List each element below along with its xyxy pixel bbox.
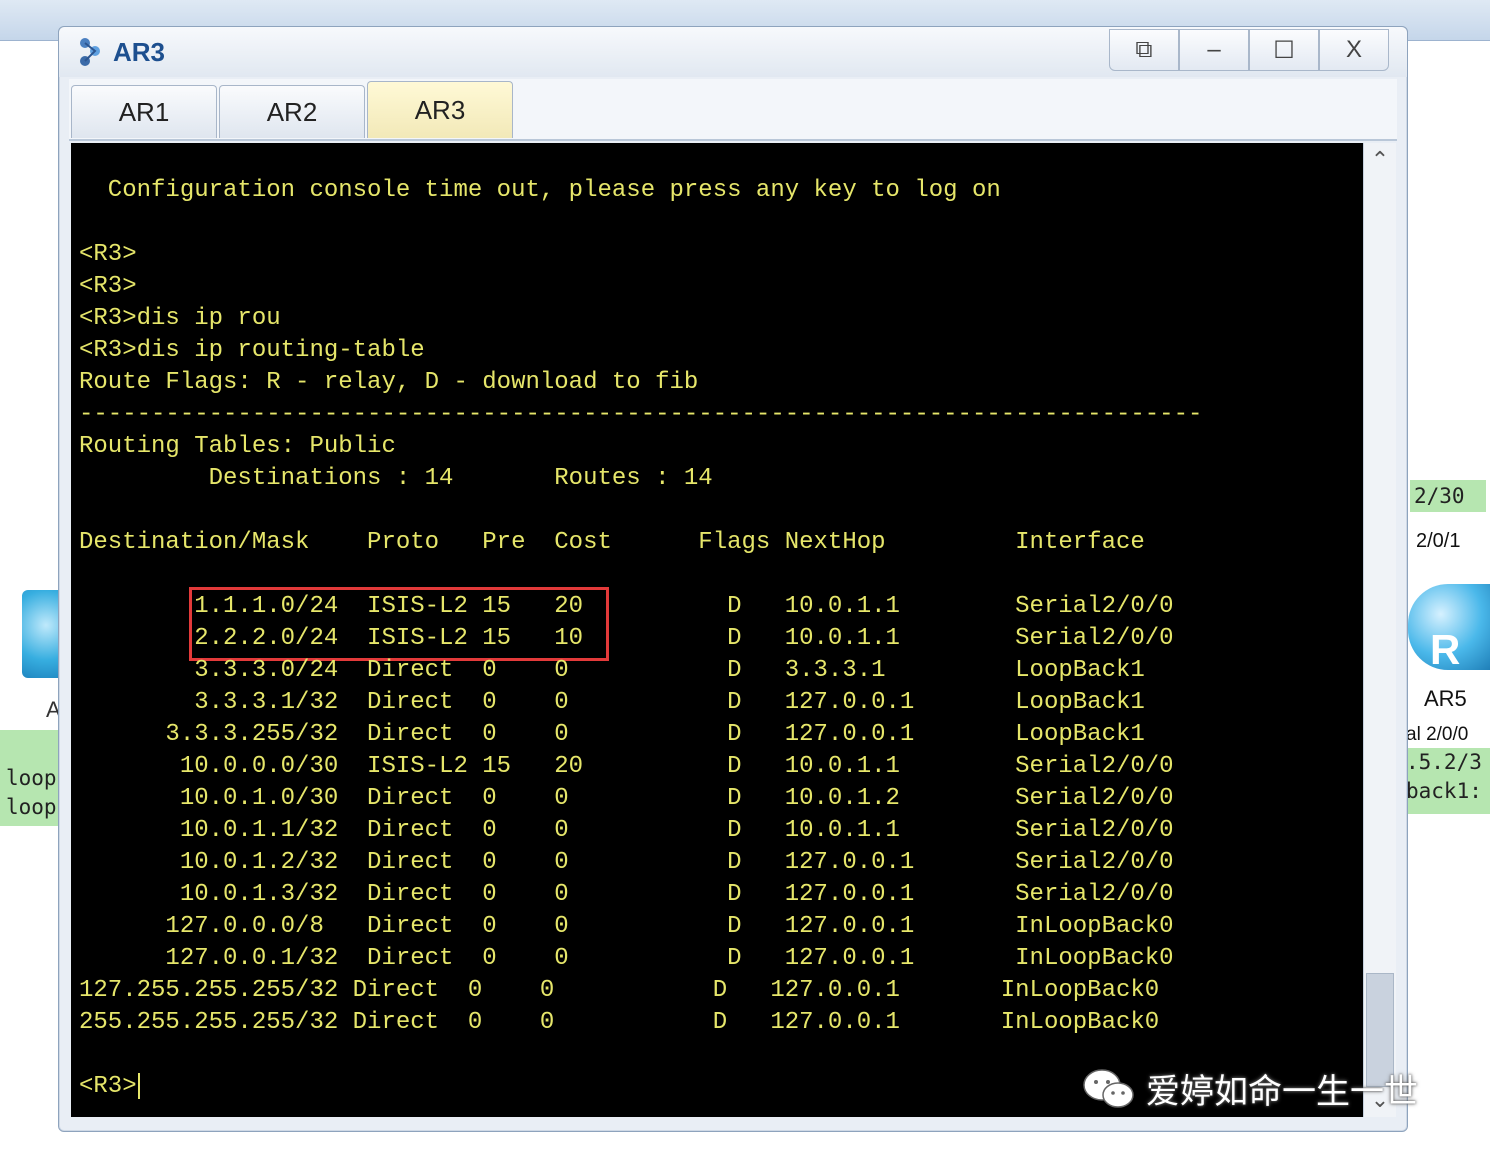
terminal-line: <R3> [79,273,137,300]
router-letter: R [1430,626,1461,673]
window-controls: ⧉ – ☐ X [1109,29,1389,71]
minimize-icon: – [1207,36,1221,63]
background-left-interface-box: loop loop [0,730,60,826]
session-tabs: AR1 AR2 AR3 [69,79,1397,141]
close-button[interactable]: X [1319,29,1389,71]
restore-icon: ⧉ [1135,36,1153,63]
terminal-line: 127.0.0.0/8 Direct 0 0 D 127.0.0.1 InLoo… [79,913,1174,940]
terminal-line: 10.0.1.0/30 Direct 0 0 D 10.0.1.2 Serial… [79,785,1174,812]
terminal-line: Routing Tables: Public [79,433,396,460]
router-name: AR5 [1424,686,1467,711]
terminal-line: 10.0.1.2/32 Direct 0 0 D 127.0.0.1 Seria… [79,849,1174,876]
background-right-top-label: 2/30 [1410,480,1486,512]
terminal-output[interactable]: Configuration console time out, please p… [71,143,1363,1117]
minimize-button[interactable]: – [1179,29,1249,71]
title-bar[interactable]: AR3 ⧉ – ☐ X [59,27,1407,77]
background-left-label-2: loop [6,795,57,819]
maximize-button[interactable]: ☐ [1249,29,1319,71]
terminal-line: 255.255.255.255/32 Direct 0 0 D 127.0.0.… [79,1009,1160,1036]
background-right-iface: al 2/0/0 [1406,724,1469,745]
background-left-label-1: loop [6,766,57,790]
terminal-line: 10.0.1.3/32 Direct 0 0 D 127.0.0.1 Seria… [79,881,1174,908]
terminal-line: <R3> [79,241,137,268]
tab-ar2[interactable]: AR2 [219,85,365,138]
terminal-line: ----------------------------------------… [79,401,1203,428]
terminal-line: 3.3.3.0/24 Direct 0 0 D 3.3.3.1 LoopBack… [79,657,1145,684]
terminal-line: 10.0.0.0/30 ISIS-L2 15 20 D 10.0.1.1 Ser… [79,753,1174,780]
tab-ar1[interactable]: AR1 [71,85,217,138]
terminal-line: <R3> [79,1071,140,1103]
terminal-line: Configuration console time out, please p… [79,177,1001,204]
terminal-line: 2.2.2.0/24 ISIS-L2 15 10 D 10.0.1.1 Seri… [79,625,1174,652]
tab-ar3[interactable]: AR3 [367,81,513,138]
wechat-icon [1083,1068,1134,1108]
terminal-line: 3.3.3.1/32 Direct 0 0 D 127.0.0.1 LoopBa… [79,689,1145,716]
background-right-label-2: back1: [1406,779,1482,803]
console-window: AR3 ⧉ – ☐ X AR1 AR2 AR3 Configuration co… [58,26,1408,1132]
watermark: 爱婷如命一生一世 [1082,1064,1418,1113]
maximize-icon: ☐ [1273,36,1295,64]
watermark-text: 爱婷如命一生一世 [1146,1073,1418,1111]
terminal-scrollbar[interactable]: ⌃ ⌄ [1363,143,1396,1117]
terminal-line: 1.1.1.0/24 ISIS-L2 15 20 D 10.0.1.1 Seri… [79,593,1174,620]
background-right-port: 2/0/1 [1416,530,1461,552]
terminal-line: Route Flags: R - relay, D - download to … [79,369,699,396]
background-right-label-1: .5.2/3 [1406,750,1482,774]
terminal-line: 127.255.255.255/32 Direct 0 0 D 127.0.0.… [79,977,1160,1004]
terminal-line: <R3>dis ip rou [79,305,281,332]
terminal-line: 127.0.0.1/32 Direct 0 0 D 127.0.0.1 InLo… [79,945,1174,972]
restore-button[interactable]: ⧉ [1109,29,1179,71]
terminal-line: Destination/Mask Proto Pre Cost Flags Ne… [79,529,1145,556]
window-title: AR3 [113,37,166,67]
terminal-line: Destinations : 14 Routes : 14 [79,465,713,492]
close-icon: X [1345,36,1362,63]
terminal-line: 3.3.3.255/32 Direct 0 0 D 127.0.0.1 Loop… [79,721,1145,748]
scroll-up-icon[interactable]: ⌃ [1364,147,1396,177]
background-router-icon [22,590,62,678]
background-right-interface-box: .5.2/3 back1: [1404,748,1490,814]
console-app-icon [80,38,100,66]
terminal-line: <R3>dis ip routing-table [79,337,425,364]
text-cursor [137,1072,140,1099]
terminal-line: 10.0.1.1/32 Direct 0 0 D 10.0.1.1 Serial… [79,817,1174,844]
